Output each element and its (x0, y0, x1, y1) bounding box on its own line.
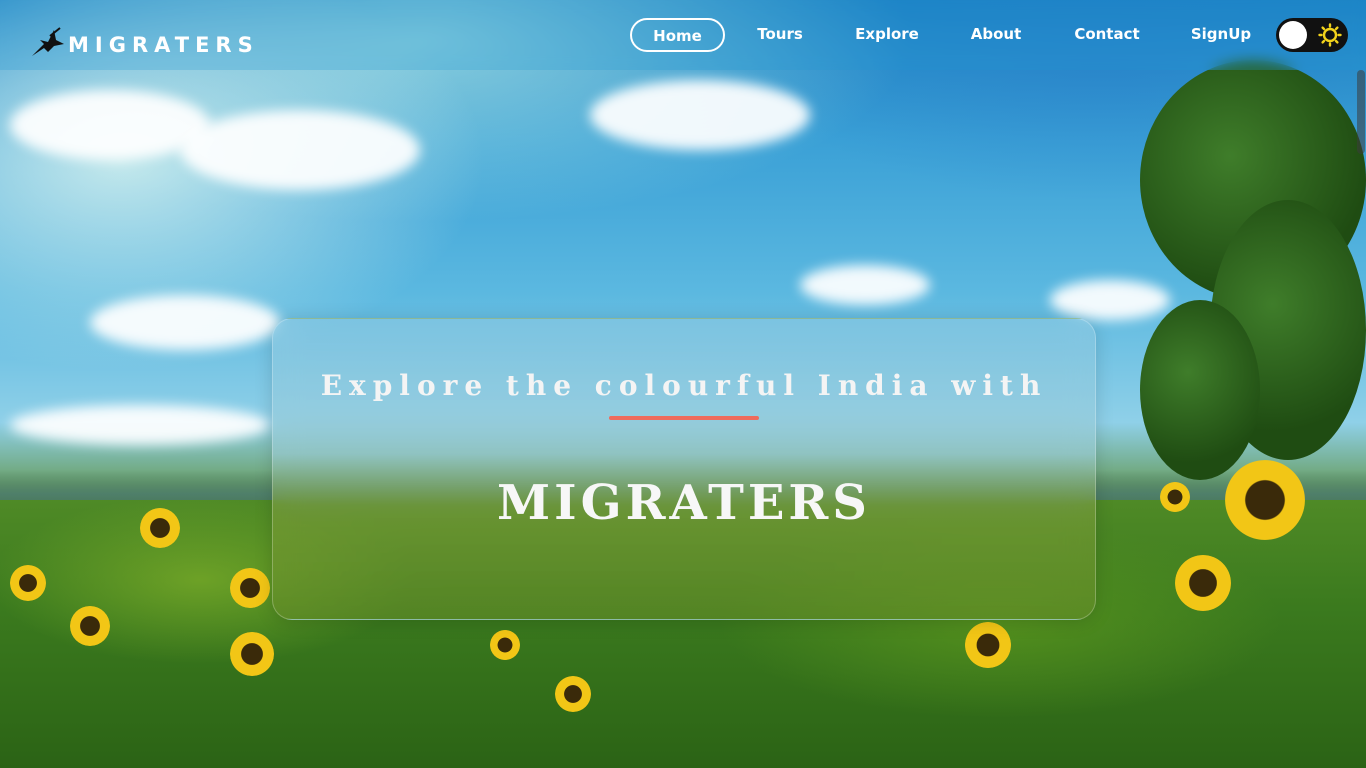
hero-card: Explore the colourful India with MIGRATE… (272, 318, 1096, 620)
sunflower (70, 606, 110, 646)
brand-logo[interactable]: MIGRATERS (30, 26, 259, 60)
sunflower (1175, 555, 1231, 611)
cloud (180, 110, 420, 190)
sunflower (1225, 460, 1305, 540)
sunflower (140, 508, 180, 548)
cloud (800, 265, 930, 305)
nav-item-home[interactable]: Home (630, 18, 725, 52)
sunflower (230, 632, 274, 676)
cloud (1050, 280, 1170, 320)
sunflower (1160, 482, 1190, 512)
scrollbar-thumb[interactable] (1357, 70, 1365, 154)
sunflower (555, 676, 591, 712)
cloud (10, 405, 270, 445)
nav-item-signup[interactable]: SignUp (1189, 18, 1253, 52)
sunflower (10, 565, 46, 601)
sunflower (490, 630, 520, 660)
hero-subtitle: Explore the colourful India with (320, 369, 1048, 402)
sun-icon (1318, 23, 1342, 47)
sunflower (965, 622, 1011, 668)
page-scrollbar[interactable] (1356, 0, 1366, 768)
main-nav: Home Tours Explore About Contact SignUp (630, 18, 1253, 52)
tree (1140, 300, 1260, 480)
bird-icon (32, 27, 64, 56)
nav-item-contact[interactable]: Contact (1072, 18, 1142, 52)
nav-item-tours[interactable]: Tours (754, 18, 806, 52)
sunflower (230, 568, 270, 608)
cloud (590, 80, 810, 150)
navbar: MIGRATERS Home Tours Explore About Conta… (0, 0, 1366, 70)
theme-toggle[interactable] (1276, 18, 1348, 52)
hero-underline (609, 416, 759, 420)
hero-title: MIGRATERS (497, 475, 871, 531)
nav-item-about[interactable]: About (969, 18, 1023, 52)
cloud (90, 295, 280, 350)
page: MIGRATERS Home Tours Explore About Conta… (0, 0, 1366, 768)
brand-name: MIGRATERS (68, 33, 259, 57)
nav-item-explore[interactable]: Explore (854, 18, 920, 52)
toggle-knob (1279, 21, 1307, 49)
